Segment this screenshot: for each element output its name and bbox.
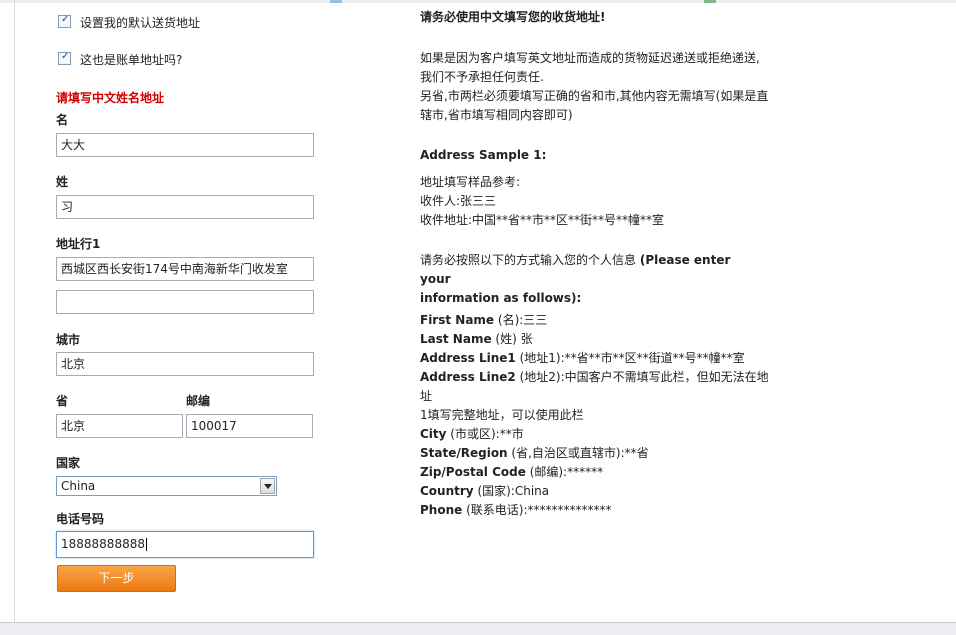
field-key: Country (420, 484, 474, 498)
last-name-label: 姓 (56, 175, 69, 189)
notice-line: 辖市,省市填写相同内容即可) (420, 108, 573, 122)
city-label: 城市 (56, 333, 81, 347)
field-desc: (姓) 张 (491, 332, 533, 346)
field-desc: (邮编):****** (525, 465, 604, 479)
next-step-button[interactable]: 下一步 (57, 565, 176, 592)
address-line2-input[interactable] (56, 290, 314, 314)
province-input[interactable]: 北京 (56, 414, 183, 438)
sample-line: 地址填写样品参考: (420, 175, 521, 189)
check-icon: ✓ (61, 51, 70, 62)
first-name-label: 名 (56, 113, 69, 127)
toolbar-fragment (330, 0, 342, 3)
field-key: Address Line1 (420, 351, 516, 365)
section-title: 请填写中文姓名地址 (56, 91, 165, 105)
notice-line: 另省,市两栏必须要填写正确的省和市,其他内容无需填写(如果是直 (420, 89, 769, 103)
default-address-checkbox[interactable]: ✓ (58, 14, 71, 28)
field-guide-row: First Name (名):三三 (420, 311, 780, 330)
field-desc: (联系电话):************** (462, 503, 612, 517)
dropdown-arrow-icon[interactable] (260, 478, 275, 494)
field-key: Address Line2 (420, 370, 516, 384)
country-selected-value: China (61, 479, 96, 493)
field-key: Last Name (420, 332, 492, 346)
field-guide-row: State/Region (省,自治区或直辖市):**省 (420, 444, 780, 463)
left-divider (14, 0, 15, 622)
instruction-block: 请务必按照以下的方式输入您的个人信息 (Please enter your in… (420, 251, 760, 308)
field-guide-row: City (市或区):**市 (420, 425, 780, 444)
field-desc: (地址1):**省**市**区**街道**号**幢**室 (515, 351, 745, 365)
notice-paragraph: 如果是因为客户填写英文地址而造成的货物延迟递送或拒绝递送, 我们不予承担任何责任… (420, 49, 780, 125)
address-line1-input[interactable]: 西城区西长安街174号中南海新华门收发室 (56, 257, 314, 281)
last-name-input[interactable]: 习 (56, 195, 314, 219)
field-key: Phone (420, 503, 463, 517)
notice-line: 我们不予承担任何责任. (420, 70, 544, 84)
default-address-label: 设置我的默认送货地址 (80, 16, 201, 30)
sample-line: 收件人:张三三 (420, 194, 497, 208)
postcode-input[interactable]: 100017 (186, 414, 313, 438)
field-guide-row: Address Line1 (地址1):**省**市**区**街道**号**幢*… (420, 349, 780, 368)
field-desc: 1填写完整地址，可以使用此栏 (420, 408, 584, 422)
field-desc: (国家):China (473, 484, 550, 498)
field-desc: (市或区):**市 (446, 427, 524, 441)
address-label: 地址行1 (56, 237, 101, 251)
first-name-input[interactable]: 大大 (56, 133, 314, 157)
bottom-scrollbar[interactable] (0, 622, 956, 635)
sample-heading: Address Sample 1: (420, 148, 547, 162)
check-icon: ✓ (61, 14, 70, 25)
top-border (0, 0, 956, 3)
field-guide-row: 1填写完整地址，可以使用此栏 (420, 406, 780, 425)
field-guide: First Name (名):三三 Last Name (姓) 张 Addres… (420, 311, 780, 520)
field-guide-row: Zip/Postal Code (邮编):****** (420, 463, 780, 482)
sample-line: 收件地址:中国**省**市**区**街**号**幢**室 (420, 213, 665, 227)
postcode-label: 邮编 (186, 394, 211, 408)
instruction-en-line2: information as follows): (420, 291, 582, 305)
sample-block: 地址填写样品参考: 收件人:张三三 收件地址:中国**省**市**区**街**号… (420, 173, 780, 230)
notice-heading: 请务必使用中文填写您的收货地址! (420, 10, 606, 24)
billing-address-checkbox[interactable]: ✓ (58, 51, 71, 65)
phone-input[interactable]: 18888888888 (56, 531, 314, 558)
field-desc: (名):三三 (494, 313, 548, 327)
country-select[interactable]: China (56, 476, 277, 496)
field-key: State/Region (420, 446, 508, 460)
toolbar-fragment (704, 0, 716, 3)
notice-line: 如果是因为客户填写英文地址而造成的货物延迟递送或拒绝递送, (420, 51, 760, 65)
country-label: 国家 (56, 456, 81, 470)
field-key: Zip/Postal Code (420, 465, 526, 479)
phone-value: 18888888888 (61, 537, 145, 551)
text-caret (145, 538, 147, 551)
instruction-cn: 请务必按照以下的方式输入您的个人信息 (420, 253, 640, 267)
city-input[interactable]: 北京 (56, 352, 314, 376)
field-guide-row: Address Line2 (地址2):中国客户不需填写此栏，但如无法在地址 (420, 368, 780, 406)
field-key: First Name (420, 313, 495, 327)
billing-address-label: 这也是账单地址吗? (80, 53, 183, 67)
field-key: City (420, 427, 447, 441)
field-desc: (省,自治区或直辖市):**省 (507, 446, 649, 460)
field-guide-row: Last Name (姓) 张 (420, 330, 780, 349)
province-label: 省 (56, 394, 69, 408)
field-guide-row: Phone (联系电话):************** (420, 501, 780, 520)
field-guide-row: Country (国家):China (420, 482, 780, 501)
phone-label: 电话号码 (56, 512, 105, 526)
